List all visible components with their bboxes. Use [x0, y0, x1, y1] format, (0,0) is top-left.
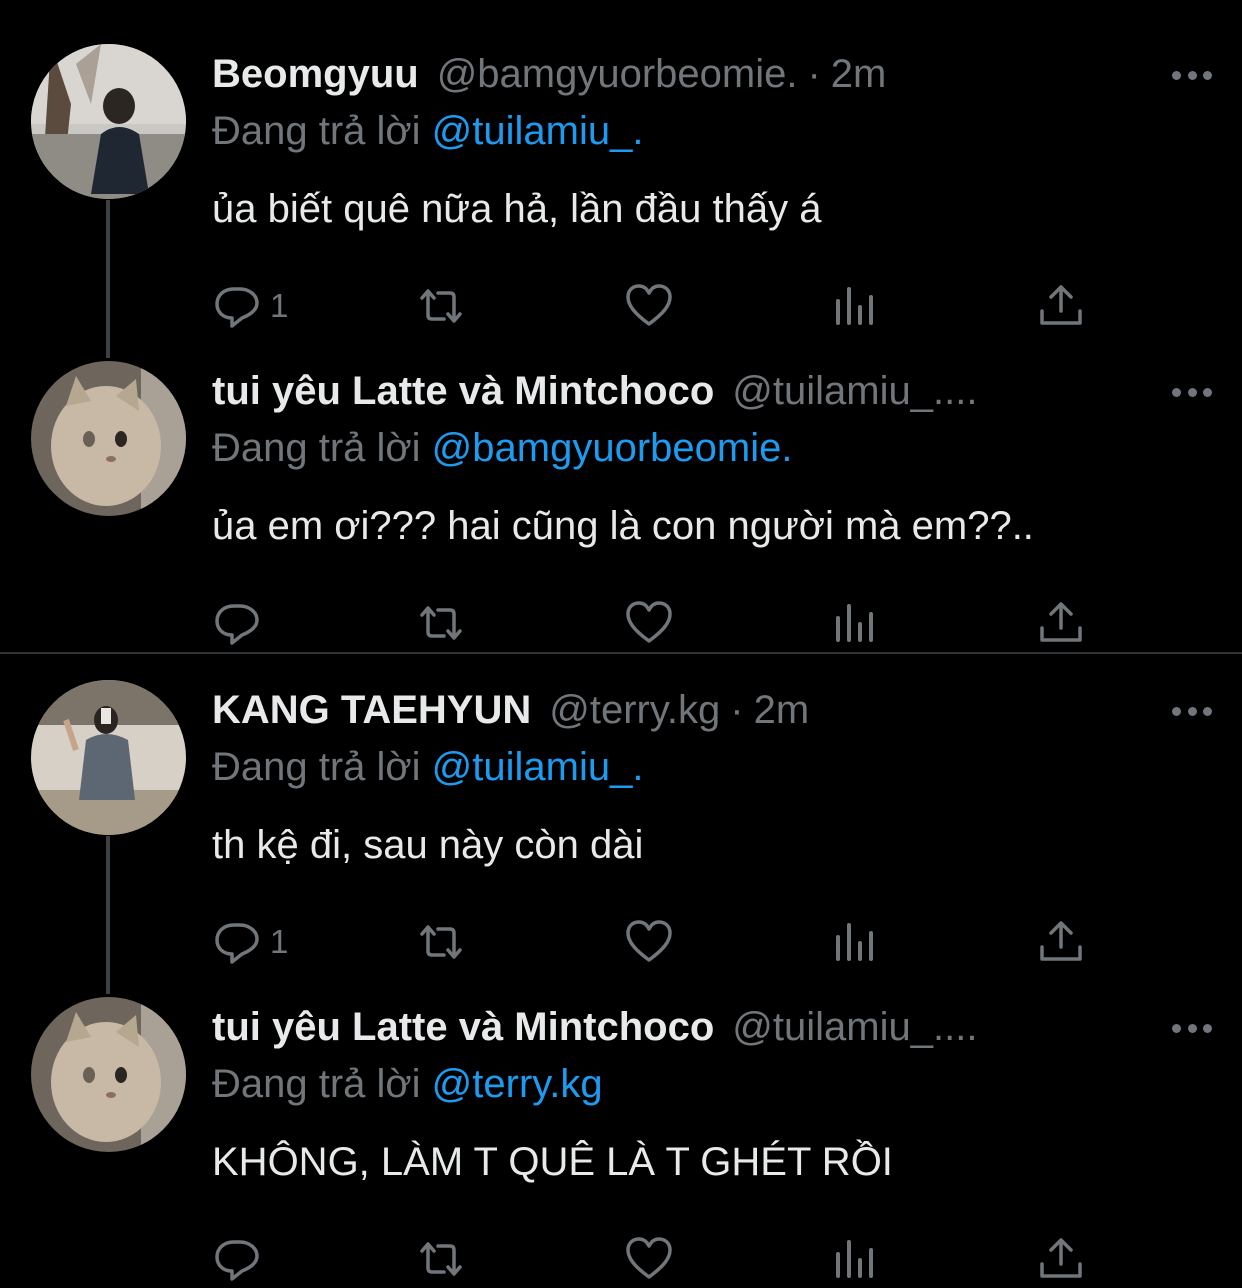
- heart-icon: [626, 1237, 672, 1279]
- timestamp[interactable]: 2m: [754, 680, 810, 740]
- retweet-icon: [420, 289, 462, 323]
- tweet[interactable]: KANG TAEHYUN @terry.kg · 2m Đang trả lời…: [0, 680, 1242, 970]
- tweet-text: th kệ đi, sau này còn dài: [212, 823, 644, 867]
- timeline: Beomgyuu @bamgyuorbeomie. · 2m Đang trả …: [0, 0, 1242, 1288]
- retweet-icon: [420, 925, 462, 959]
- analytics-icon: [836, 923, 873, 961]
- more-options-icon[interactable]: [1172, 1023, 1212, 1033]
- retweet-icon: [420, 1242, 462, 1276]
- retweet-button[interactable]: [416, 276, 466, 336]
- separator-dot: ·: [730, 688, 744, 732]
- like-button[interactable]: [624, 276, 674, 336]
- tweet-header: tui yêu Latte và Mintchoco @tuilamiu_...…: [212, 361, 977, 421]
- display-name[interactable]: KANG TAEHYUN: [212, 680, 531, 740]
- retweet-button[interactable]: [416, 912, 466, 972]
- tweet-actions: [212, 1229, 1112, 1288]
- tweet-actions: 1: [212, 912, 1112, 972]
- reply-icon: [215, 287, 259, 328]
- display-name[interactable]: Beomgyuu: [212, 44, 419, 104]
- more-options-icon[interactable]: [1172, 70, 1212, 80]
- share-icon: [1040, 602, 1082, 642]
- reply-icon: [215, 604, 259, 645]
- mention-link[interactable]: @tuilamiu_.: [432, 745, 644, 789]
- tweet-text: KHÔNG, LÀM T QUÊ LÀ T GHÉT RỒI: [212, 1140, 893, 1184]
- mention-link[interactable]: @terry.kg: [432, 1062, 603, 1106]
- reply-button[interactable]: [212, 593, 262, 653]
- replying-to: Đang trả lời @terry.kg: [212, 1055, 603, 1113]
- like-button[interactable]: [624, 593, 674, 653]
- cat-photo-avatar-icon: [31, 997, 186, 1152]
- share-icon: [1040, 1238, 1082, 1278]
- analytics-icon: [836, 287, 873, 325]
- avatar[interactable]: [31, 997, 186, 1152]
- heart-icon: [626, 284, 672, 326]
- user-handle[interactable]: @tuilamiu_....: [732, 361, 977, 421]
- analytics-icon: [836, 604, 873, 642]
- cat-photo-avatar-icon: [31, 361, 186, 516]
- tweet[interactable]: tui yêu Latte và Mintchoco @tuilamiu_...…: [0, 997, 1242, 1287]
- retweet-button[interactable]: [416, 593, 466, 653]
- tweet-header: tui yêu Latte và Mintchoco @tuilamiu_...…: [212, 997, 977, 1057]
- tweet-actions: 1: [212, 276, 1112, 336]
- heart-icon: [626, 920, 672, 962]
- replying-to-label: Đang trả lời: [212, 109, 421, 153]
- replying-to: Đang trả lời @tuilamiu_.: [212, 102, 643, 160]
- reply-count: 1: [270, 923, 289, 960]
- mention-link[interactable]: @tuilamiu_.: [432, 109, 644, 153]
- tweet-text: ủa em ơi??? hai cũng là con người mà em?…: [212, 504, 1034, 548]
- reply-icon: [215, 1240, 259, 1281]
- reply-button[interactable]: 1: [212, 912, 288, 972]
- analytics-button[interactable]: [830, 593, 880, 653]
- replying-to-label: Đang trả lời: [212, 1062, 421, 1106]
- share-button[interactable]: [1036, 593, 1086, 653]
- more-options-icon[interactable]: [1172, 706, 1212, 716]
- tweet-header: Beomgyuu @bamgyuorbeomie. · 2m: [212, 44, 886, 104]
- replying-to: Đang trả lời @bamgyuorbeomie.: [212, 419, 792, 477]
- share-icon: [1040, 285, 1082, 325]
- avatar[interactable]: [31, 361, 186, 516]
- tweet-text: ủa biết quê nữa hả, lần đầu thấy á: [212, 187, 822, 231]
- replying-to-label: Đang trả lời: [212, 745, 421, 789]
- display-name[interactable]: tui yêu Latte và Mintchoco: [212, 997, 714, 1057]
- heart-icon: [626, 601, 672, 643]
- more-options-icon[interactable]: [1172, 387, 1212, 397]
- reply-icon: [215, 923, 259, 964]
- tweet[interactable]: tui yêu Latte và Mintchoco @tuilamiu_...…: [0, 361, 1242, 651]
- like-button[interactable]: [624, 912, 674, 972]
- reply-button[interactable]: [212, 1229, 262, 1288]
- retweet-button[interactable]: [416, 1229, 466, 1288]
- reply-count: 1: [270, 287, 289, 324]
- user-handle[interactable]: @terry.kg: [549, 680, 720, 740]
- analytics-button[interactable]: [830, 276, 880, 336]
- avatar[interactable]: [31, 44, 186, 199]
- share-button[interactable]: [1036, 276, 1086, 336]
- share-icon: [1040, 921, 1082, 961]
- reply-button[interactable]: 1: [212, 276, 288, 336]
- tweet-actions: [212, 593, 1112, 653]
- mention-link[interactable]: @bamgyuorbeomie.: [432, 426, 793, 470]
- timestamp[interactable]: 2m: [831, 44, 887, 104]
- thread-divider: [0, 652, 1242, 654]
- avatar[interactable]: [31, 680, 186, 835]
- display-name[interactable]: tui yêu Latte và Mintchoco: [212, 361, 714, 421]
- user-handle[interactable]: @tuilamiu_....: [732, 997, 977, 1057]
- replying-to: Đang trả lời @tuilamiu_.: [212, 738, 643, 796]
- tweet-header: KANG TAEHYUN @terry.kg · 2m: [212, 680, 809, 740]
- share-button[interactable]: [1036, 912, 1086, 972]
- person-photo-avatar-icon: [31, 44, 186, 199]
- separator-dot: ·: [807, 52, 821, 96]
- person-selfie-avatar-icon: [31, 680, 186, 835]
- like-button[interactable]: [624, 1229, 674, 1288]
- replying-to-label: Đang trả lời: [212, 426, 421, 470]
- share-button[interactable]: [1036, 1229, 1086, 1288]
- analytics-button[interactable]: [830, 912, 880, 972]
- user-handle[interactable]: @bamgyuorbeomie.: [437, 44, 798, 104]
- tweet[interactable]: Beomgyuu @bamgyuorbeomie. · 2m Đang trả …: [0, 44, 1242, 334]
- retweet-icon: [420, 606, 462, 640]
- analytics-icon: [836, 1240, 873, 1278]
- analytics-button[interactable]: [830, 1229, 880, 1288]
